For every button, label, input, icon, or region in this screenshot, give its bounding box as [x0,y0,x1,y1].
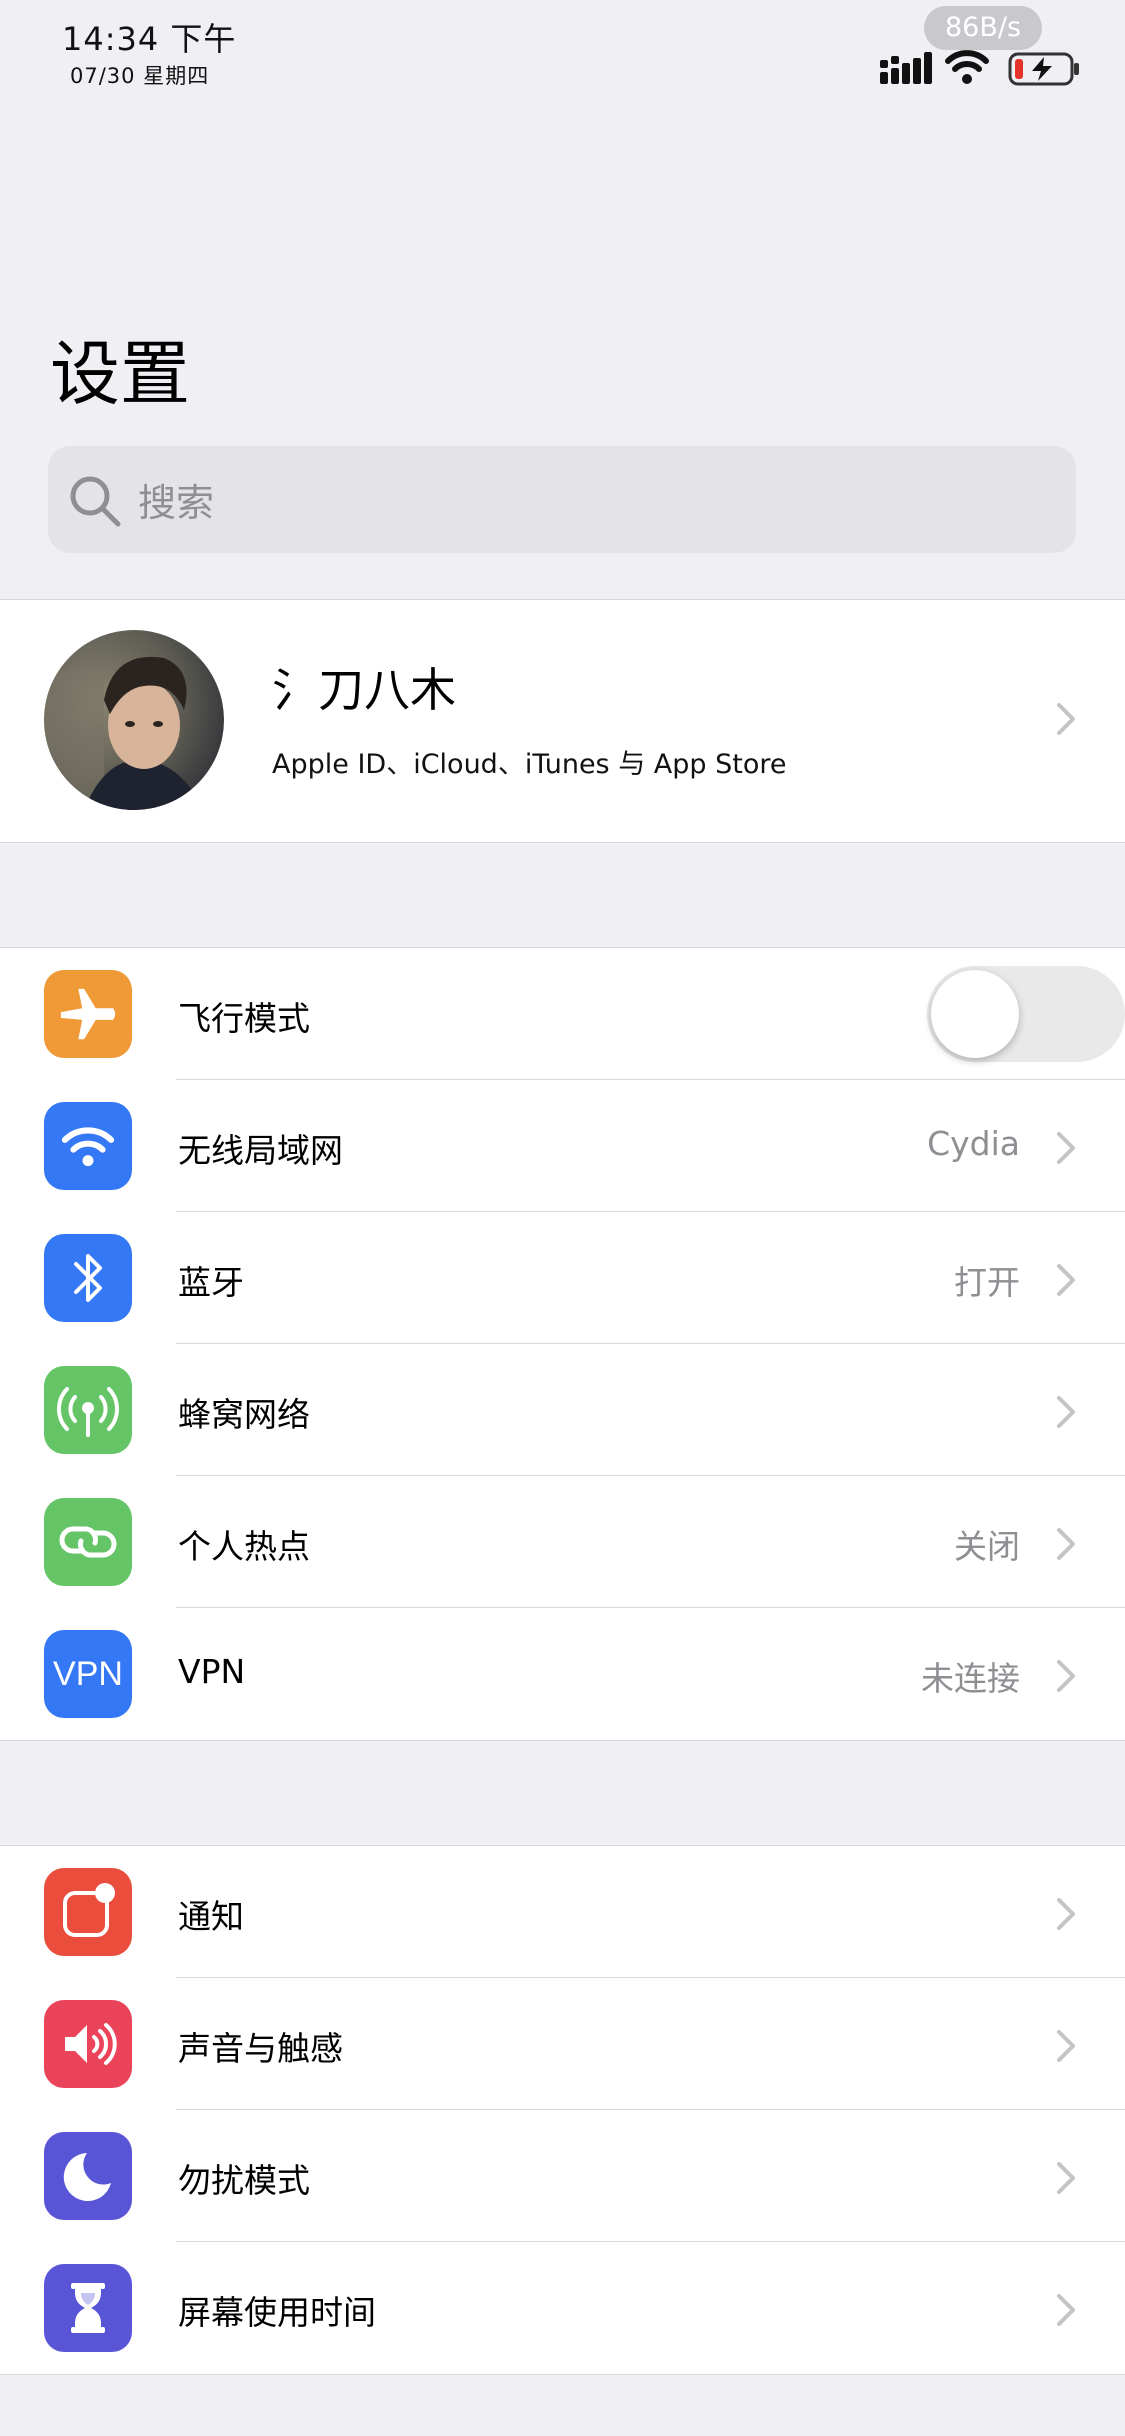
profile-subtitle: Apple ID、iCloud、iTunes 与 App Store [272,749,787,780]
chevron-right-icon [1057,2162,1075,2194]
page-title: 设置 [50,333,190,415]
network-speed-badge: 86B/s [924,6,1042,50]
chevron-right-icon [1057,1528,1075,1560]
moon-icon [44,2132,132,2220]
search-placeholder: 搜索 [138,481,215,525]
wifi-icon [945,50,989,84]
settings-row-cellular[interactable]: 蜂窝网络 [0,1344,1125,1476]
notifications-icon [44,1868,132,1956]
system-settings-group: 通知 声音与触感 勿扰模式 屏幕使用时间 [0,1845,1125,2375]
signal-icon [880,52,932,84]
search-icon [70,476,121,527]
chevron-right-icon [1057,1264,1075,1296]
chevron-right-icon [1057,1660,1075,1692]
settings-row-vpn[interactable]: VPN VPN 未连接 [0,1608,1125,1740]
status-time: 14:34 下午 [62,20,237,58]
connectivity-settings-group: 飞行模式 无线局域网 Cydia 蓝牙 打开 蜂窝网络 个人热点 关闭 VPN … [0,947,1125,1741]
settings-row-label: 个人热点 [178,1527,310,1566]
bluetooth-icon [44,1234,132,1322]
cellular-antenna-icon [44,1366,132,1454]
settings-row-label: VPN [178,1652,246,1691]
settings-row-label: 勿扰模式 [178,2161,310,2200]
hourglass-icon [44,2264,132,2352]
settings-row-bluetooth[interactable]: 蓝牙 打开 [0,1212,1125,1344]
avatar [44,630,224,810]
airplane-icon [44,970,132,1058]
search-input[interactable]: 搜索 [48,446,1076,553]
settings-row-airplane-mode[interactable]: 飞行模式 [0,948,1125,1080]
battery-charging-icon [1008,52,1079,86]
settings-row-value: 未连接 [921,1659,1020,1698]
settings-row-value: 关闭 [954,1527,1020,1566]
chevron-right-icon [1057,1132,1075,1164]
settings-row-label: 蓝牙 [178,1263,244,1302]
settings-row-wlan[interactable]: 无线局域网 Cydia [0,1080,1125,1212]
settings-row-label: 无线局域网 [178,1131,343,1170]
wifi-icon [44,1102,132,1190]
settings-row-sounds-haptics[interactable]: 声音与触感 [0,1978,1125,2110]
personal-hotspot-icon [44,1498,132,1586]
status-date: 07/30 星期四 [70,64,210,88]
settings-row-label: 蜂窝网络 [178,1395,310,1434]
settings-row-screen-time[interactable]: 屏幕使用时间 [0,2242,1125,2374]
settings-row-do-not-disturb[interactable]: 勿扰模式 [0,2110,1125,2242]
settings-row-label: 通知 [178,1897,244,1936]
settings-row-label: 飞行模式 [178,999,310,1038]
chevron-right-icon [1057,1898,1075,1930]
chevron-right-icon [1057,2294,1075,2326]
chevron-right-icon [1057,1396,1075,1428]
toggle-knob [931,970,1019,1058]
vpn-icon-text: VPN [53,1654,123,1693]
settings-row-label: 屏幕使用时间 [178,2293,376,2332]
sound-icon [44,2000,132,2088]
apple-id-profile-row[interactable]: 氵刀八木 Apple ID、iCloud、iTunes 与 App Store [0,599,1125,843]
settings-row-personal-hotspot[interactable]: 个人热点 关闭 [0,1476,1125,1608]
airplane-mode-toggle[interactable] [927,966,1125,1062]
settings-row-notifications[interactable]: 通知 [0,1846,1125,1978]
settings-row-value: 打开 [954,1263,1020,1302]
chevron-right-icon [1057,2030,1075,2062]
profile-name: 氵刀八木 [272,663,456,717]
settings-row-label: 声音与触感 [178,2029,343,2068]
vpn-icon: VPN [44,1630,132,1718]
settings-row-value: Cydia [927,1124,1020,1163]
chevron-right-icon [1057,703,1075,735]
